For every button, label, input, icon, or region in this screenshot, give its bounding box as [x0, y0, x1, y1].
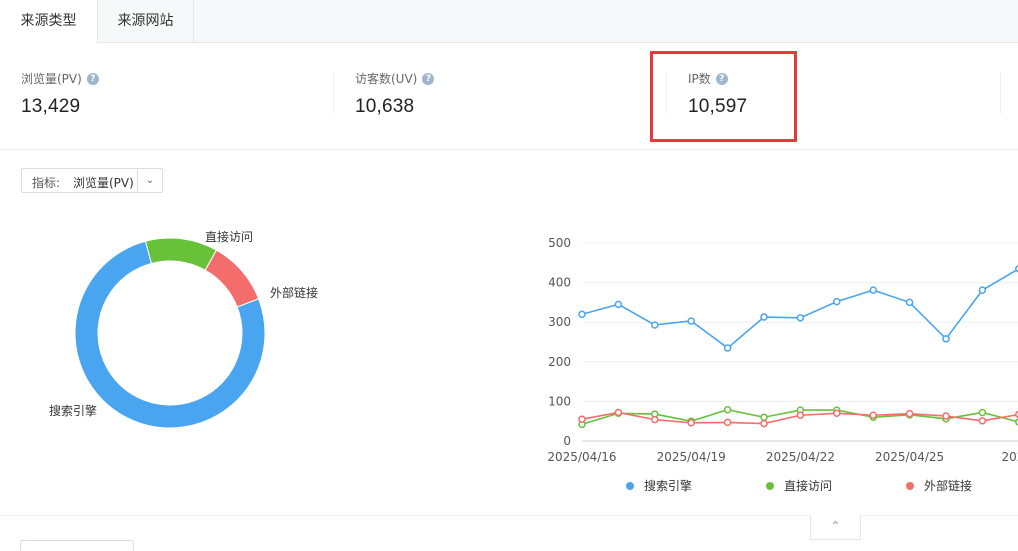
legend-label-external: 外部链接: [924, 479, 973, 493]
data-point[interactable]: [978, 417, 987, 425]
data-point[interactable]: [978, 286, 987, 294]
data-point[interactable]: [833, 297, 841, 306]
x-tick-label: 2025/: [1002, 450, 1018, 464]
data-point[interactable]: [687, 419, 695, 427]
data-point[interactable]: [905, 409, 914, 418]
y-tick-label: 400: [548, 276, 571, 290]
data-point[interactable]: [578, 415, 586, 423]
y-tick-label: 0: [563, 434, 571, 448]
data-point[interactable]: [578, 310, 586, 319]
data-point[interactable]: [869, 411, 877, 420]
data-point[interactable]: [614, 408, 623, 417]
legend-dot-direct: [766, 481, 774, 490]
data-point[interactable]: [942, 335, 950, 343]
x-tick-label: 2025/04/25: [875, 450, 944, 464]
data-point[interactable]: [723, 344, 732, 352]
x-tick-label: 2025/04/16: [547, 450, 616, 464]
data-point[interactable]: [833, 409, 841, 418]
y-tick-label: 200: [548, 355, 571, 369]
data-point[interactable]: [723, 405, 732, 414]
legend-label-search: 搜索引擎: [644, 479, 693, 493]
donut-label: 直接访问: [205, 229, 253, 244]
legend-item-direct[interactable]: 直接访问: [766, 477, 832, 494]
data-point[interactable]: [651, 415, 659, 424]
data-point[interactable]: [614, 300, 623, 309]
data-point[interactable]: [978, 408, 987, 417]
series-line: [581, 268, 1018, 349]
x-tick-label: 2025/04/19: [657, 450, 726, 464]
bottom-button[interactable]: [20, 540, 134, 551]
legend-label-direct: 直接访问: [784, 479, 833, 493]
y-tick-label: 300: [548, 315, 571, 329]
data-point[interactable]: [905, 298, 914, 307]
data-point[interactable]: [942, 412, 950, 420]
legend-dot-external: [906, 481, 914, 490]
data-point[interactable]: [760, 419, 768, 428]
data-point[interactable]: [869, 286, 877, 294]
double-chevron-up-icon[interactable]: ⌃: [810, 515, 861, 540]
legend-item-search[interactable]: 搜索引擎: [626, 477, 692, 494]
y-tick-label: 500: [548, 236, 571, 250]
donut-label: 搜索引擎: [49, 403, 97, 418]
donut-label: 外部链接: [270, 285, 318, 300]
legend-item-external[interactable]: 外部链接: [906, 477, 972, 494]
legend-dot-search: [626, 481, 634, 490]
data-point[interactable]: [760, 413, 768, 421]
data-point[interactable]: [796, 314, 805, 322]
data-point[interactable]: [723, 418, 732, 427]
footer-divider: [0, 515, 1018, 516]
donut-chart: 直接访问外部链接搜索引擎: [49, 229, 318, 429]
data-point[interactable]: [796, 411, 805, 420]
y-tick-label: 100: [548, 394, 571, 408]
line-chart: 0 100 200 300 400 500 2025/04/16 2025/04/19 2025…: [547, 236, 1018, 464]
data-point[interactable]: [651, 321, 659, 329]
data-point[interactable]: [687, 317, 695, 325]
donut-slice[interactable]: [204, 249, 260, 308]
x-tick-label: 2025/04/22: [766, 450, 835, 464]
data-point[interactable]: [760, 313, 768, 321]
charts-canvas: 直接访问外部链接搜索引擎 0 100 200 300 400 500 2025/04/16 2…: [49, 229, 1018, 464]
